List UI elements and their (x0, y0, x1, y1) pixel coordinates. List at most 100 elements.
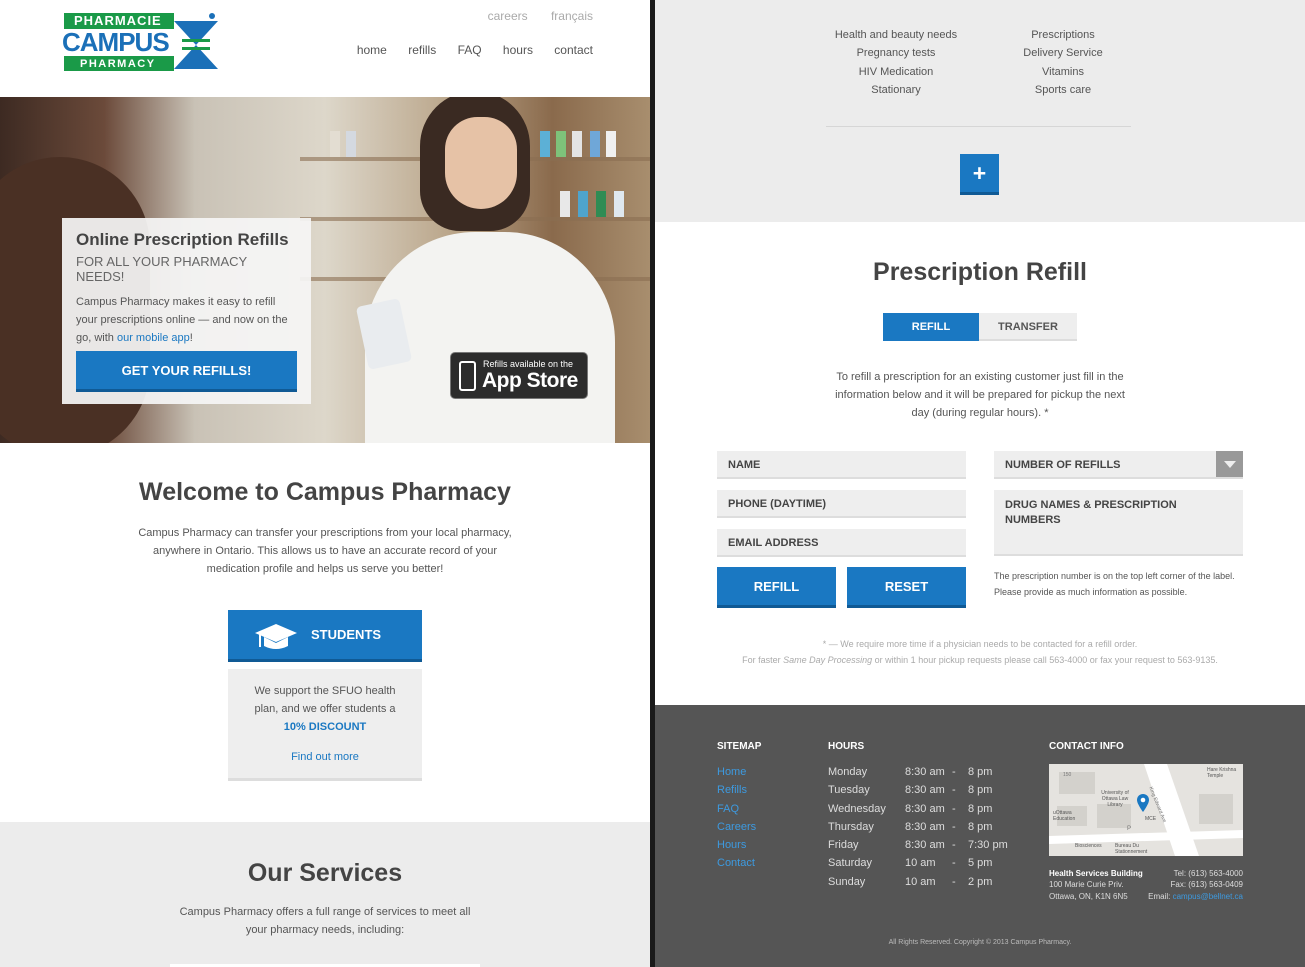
footer-link-home[interactable]: Home (717, 763, 756, 781)
footer-link-faq[interactable]: FAQ (717, 800, 756, 818)
refill-page-panel: Health and beauty needs Pregnancy tests … (655, 0, 1305, 967)
mobile-app-link[interactable]: our mobile app (117, 332, 190, 344)
tab-transfer[interactable]: TRANSFER (979, 313, 1077, 341)
refill-tabs: REFILL TRANSFER (883, 313, 1077, 341)
app-store-badge[interactable]: Refills available on the App Store (450, 352, 588, 399)
contact-numbers: Tel: (613) 563-4000 Fax: (613) 563-0409 … (1148, 868, 1243, 902)
more-services-plus-button[interactable]: + (960, 154, 999, 195)
hero-subtitle: FOR ALL YOUR PHARMACY NEEDS! (76, 254, 247, 284)
find-out-more-link[interactable]: Find out more (228, 748, 422, 766)
footer-link-hours[interactable]: Hours (717, 836, 756, 854)
map-label-mce: MCE (1145, 816, 1157, 822)
hours-heading: HOURS (828, 741, 865, 752)
email-line: Email: campus@bellnet.ca (1148, 891, 1243, 901)
logo-pharmacy: PHARMACY (80, 58, 156, 70)
hero-title: Online Prescription Refills (76, 230, 289, 249)
name-field[interactable]: NAME (717, 451, 966, 479)
hours-table: Monday 8:30 am -8 pm Tuesday 8:30 am -8 pm W… (828, 763, 1018, 891)
top-links: careers français (468, 9, 593, 23)
campus-pharmacy-logo[interactable]: PHARMACIE CAMPUS PHARMACY (62, 13, 220, 73)
service-item: Pregnancy tests (856, 47, 936, 60)
students-label: STUDENTS (311, 627, 382, 642)
services-text: Campus Pharmacy offers a full range of s… (179, 906, 471, 936)
graduation-cap-icon (255, 624, 297, 649)
nav-faq[interactable]: FAQ (458, 43, 482, 57)
nav-contact[interactable]: contact (554, 43, 593, 57)
sitemap-heading: SITEMAP (717, 741, 762, 752)
footer-link-contact[interactable]: Contact (717, 854, 756, 872)
nav-refills[interactable]: refills (408, 43, 436, 57)
app-store-big-text: App Store (482, 369, 578, 392)
phone-number: Tel: (613) 563-4000 (1173, 869, 1243, 878)
email-link[interactable]: campus@bellnet.ca (1173, 892, 1243, 901)
copyright: All Rights Reserved. Copyright © 2013 Ca… (888, 939, 1072, 946)
prescription-refill-section: Prescription Refill REFILL TRANSFER To r… (655, 222, 1305, 705)
refill-title: Prescription Refill (873, 258, 1087, 286)
service-item: Delivery Service (1023, 47, 1103, 60)
homepage-panel: PHARMACIE CAMPUS PHARMACY careers frança… (0, 0, 650, 967)
map-label-biosciences: Biosciences (1075, 843, 1102, 849)
services-divider (826, 126, 1131, 127)
hours-row-tuesday: Tuesday 8:30 am -8 pm (828, 784, 993, 797)
hero-banner: Online Prescription Refills FOR ALL YOUR… (0, 97, 650, 443)
service-item: HIV Medication (858, 65, 934, 78)
students-info-box: We support the SFUO health plan, and we … (228, 669, 422, 781)
service-item: Sports care (1034, 83, 1092, 96)
main-nav: home refills FAQ hours contact (339, 43, 593, 57)
logo-campus: CAMPUS (62, 27, 170, 57)
map-label-temple: Hare Krishna Temple (1207, 767, 1237, 779)
map-pin-icon[interactable] (1137, 794, 1149, 812)
services-column-1: Health and beauty needs Pregnancy tests … (831, 26, 961, 99)
site-footer: SITEMAP Home Refills FAQ Careers Hours C… (655, 705, 1305, 967)
map-label-law-library: University of Ottawa Law Library (1101, 790, 1129, 808)
students-button[interactable]: STUDENTS (228, 610, 422, 662)
service-item: Prescriptions (1031, 29, 1095, 41)
students-text: We support the SFUO health plan, and we … (254, 685, 396, 715)
number-of-refills-select[interactable]: NUMBER OF REFILLS (994, 451, 1243, 479)
drug-names-textarea[interactable]: DRUG NAMES & PRESCRIPTION NUMBERS (994, 490, 1243, 556)
location-map[interactable]: Hare Krishna Temple University of Ottawa… (1049, 764, 1243, 856)
map-label-150: 150 (1063, 772, 1072, 778)
sitemap-links: Home Refills FAQ Careers Hours Contact (717, 763, 756, 873)
fax-number: Fax: (613) 563-0409 (1170, 880, 1244, 890)
nav-hours[interactable]: hours (503, 43, 533, 57)
services-title: Our Services (247, 859, 403, 887)
services-section: Our Services Campus Pharmacy offers a fu… (0, 822, 650, 967)
chevron-down-icon[interactable] (1216, 451, 1243, 477)
hours-row-saturday: Saturday 10 am -5 pm (828, 857, 993, 870)
hours-row-friday: Friday 8:30 am -7:30 pm (828, 839, 1008, 852)
map-label-education: uOttawa Education (1053, 810, 1076, 822)
reset-button[interactable]: RESET (847, 567, 966, 608)
footer-link-refills[interactable]: Refills (717, 781, 756, 799)
service-item: Health and beauty needs (834, 29, 958, 41)
contact-heading: CONTACT INFO (1049, 741, 1124, 752)
hero-text: Campus Pharmacy makes it easy to refill … (76, 296, 288, 344)
email-field[interactable]: EMAIL ADDRESS (717, 529, 966, 557)
footer-link-careers[interactable]: Careers (717, 818, 756, 836)
same-day-note: For faster Same Day Processing or within… (742, 655, 1218, 665)
site-header: PHARMACIE CAMPUS PHARMACY careers frança… (0, 0, 650, 97)
refill-submit-button[interactable]: REFILL (717, 567, 836, 608)
hours-row-wednesday: Wednesday 8:30 am -8 pm (828, 802, 993, 815)
contact-info: Health Services Building 100 Marie Curie… (1049, 868, 1243, 902)
services-column-2: Prescriptions Delivery Service Vitamins … (1009, 26, 1117, 99)
nav-home[interactable]: home (357, 43, 387, 57)
francais-link[interactable]: français (551, 9, 593, 23)
map-parking-marker: P (1127, 826, 1132, 832)
hours-row-sunday: Sunday 10 am -2 pm (828, 875, 993, 888)
hours-row-monday: Monday 8:30 am -8 pm (828, 766, 993, 778)
tab-refill[interactable]: REFILL (883, 313, 979, 341)
physician-note: * — We require more time if a physician … (822, 639, 1138, 649)
hero-promo-box: Online Prescription Refills FOR ALL YOUR… (62, 218, 311, 404)
prescription-number-hint: The prescription number is on the top le… (994, 571, 1235, 597)
careers-link[interactable]: careers (488, 9, 528, 23)
map-label-parking: Bureau Du Stationnement (1115, 843, 1148, 855)
hours-row-thursday: Thursday 8:30 am -8 pm (828, 820, 993, 833)
app-store-small-text: Refills available on the (483, 359, 574, 369)
welcome-section: Welcome to Campus Pharmacy Campus Pharma… (0, 443, 650, 823)
phone-field[interactable]: PHONE (DAYTIME) (717, 490, 966, 518)
phone-icon (459, 361, 476, 391)
get-refills-button[interactable]: GET YOUR REFILLS! (76, 351, 297, 392)
discount-label: 10% DISCOUNT (283, 721, 367, 733)
refill-notes: * — We require more time if a physician … (655, 636, 1305, 668)
